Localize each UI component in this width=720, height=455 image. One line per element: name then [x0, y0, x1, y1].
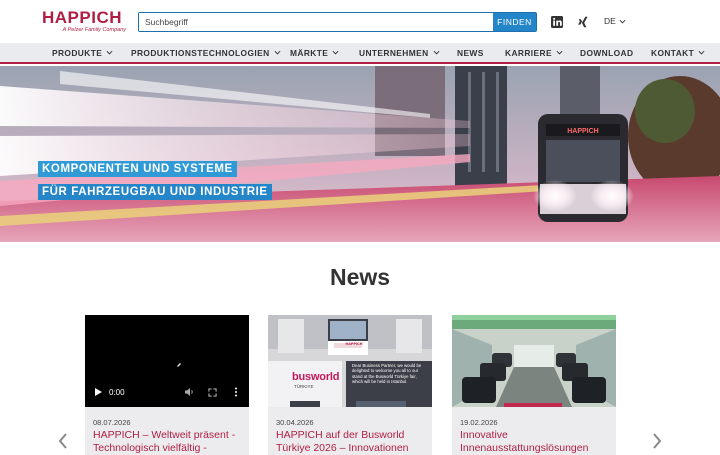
header: HAPPICH A Pelzer Family Company FINDEN D… [0, 0, 720, 43]
video-controls: 0:00 [85, 377, 249, 407]
search-bar: FINDEN [138, 12, 537, 32]
linkedin-icon[interactable] [551, 15, 563, 28]
nav-item-unternehmen[interactable]: UNTERNEHMEN [359, 43, 440, 62]
fullscreen-icon[interactable] [208, 387, 217, 397]
nav-item-produkte[interactable]: PRODUKTE [52, 43, 113, 62]
chevron-down-icon [106, 50, 113, 55]
chevron-down-icon [433, 50, 440, 55]
nav-item-kontakt[interactable]: KONTAKT [651, 43, 705, 62]
news-section-title: News [329, 264, 391, 290]
bus-interior-image [452, 315, 616, 407]
language-label: DE [604, 16, 616, 26]
nav-item-produktionstechnologien[interactable]: PRODUKTIONSTECHNOLOGIEN [131, 43, 281, 62]
hero-image-bus-light-trails: HAPPICH [0, 66, 720, 242]
news-card[interactable]: HAPPICH busworld TÜRKIYE Dear Business P… [268, 315, 432, 455]
nav-item-news[interactable]: NEWS [457, 43, 484, 62]
news-image-busworld: HAPPICH busworld TÜRKIYE Dear Business P… [268, 315, 432, 407]
nav-item-label: UNTERNEHMEN [359, 47, 429, 58]
video-time: 0:00 [109, 387, 125, 397]
volume-icon[interactable] [184, 387, 194, 397]
nav-item-label: KARRIERE [505, 47, 552, 58]
carousel-prev-arrow-icon[interactable] [57, 432, 69, 450]
search-button[interactable]: FINDEN [493, 13, 536, 31]
news-card[interactable]: 0:00 08.07.2026 HAPPICH – Weltweit präse… [85, 315, 249, 455]
busworld-brand: busworld [292, 371, 340, 383]
exhibition-stand-image [268, 315, 432, 407]
hero-headline-line2: FÜR FAHRZEUGBAU UND INDUSTRIE [38, 184, 272, 200]
nav-item-label: MÄRKTE [290, 47, 329, 58]
news-title-link[interactable]: Innovative Innenausstattungslösungen [460, 429, 612, 455]
news-image-bus-interior [452, 315, 616, 407]
xing-icon[interactable] [577, 15, 589, 28]
news-title-link[interactable]: HAPPICH auf der Busworld Türkiye 2026 – … [276, 429, 428, 455]
chevron-down-icon [619, 19, 626, 23]
language-selector[interactable]: DE [604, 16, 626, 26]
nav-item-label: NEWS [457, 47, 484, 58]
play-icon[interactable] [93, 387, 103, 397]
more-options-icon[interactable] [234, 387, 238, 397]
nav-item-karriere[interactable]: KARRIERE [505, 43, 563, 62]
invitation-text: Dear Business Partner, we would be delig… [352, 363, 422, 385]
nav-item-label: PRODUKTE [52, 47, 103, 58]
main-navigation: PRODUKTE PRODUKTIONSTECHNOLOGIEN MÄRKTE … [0, 43, 720, 64]
news-date: 19.02.2026 [460, 418, 498, 427]
chevron-down-icon [274, 50, 281, 55]
news-date: 08.07.2026 [93, 418, 131, 427]
search-input[interactable] [139, 13, 493, 31]
news-title-link[interactable]: HAPPICH – Weltweit präsent - Technologis… [93, 429, 245, 455]
logo-tagline: A Pelzer Family Company [62, 27, 126, 33]
hero-banner: HAPPICH KOMPONENTEN UND SYSTEME FÜR FAHR… [0, 66, 720, 242]
happich-logo[interactable]: HAPPICH A Pelzer Family Company [42, 8, 130, 33]
logo-wordmark: HAPPICH [42, 8, 123, 27]
news-card[interactable]: 19.02.2026 Innovative Innenausstattungsl… [452, 315, 616, 455]
busworld-sub: TÜRKIYE [294, 384, 314, 389]
stand-logo: HAPPICH [345, 342, 363, 346]
chevron-down-icon [698, 50, 705, 55]
hero-headline-line1: KOMPONENTEN UND SYSTEME [38, 161, 237, 177]
chevron-down-icon [556, 50, 563, 55]
carousel-next-arrow-icon[interactable] [651, 432, 663, 450]
bus-destination-sign: HAPPICH [567, 128, 599, 135]
video-player[interactable]: 0:00 [85, 315, 249, 407]
nav-item-label: DOWNLOAD [580, 47, 634, 58]
nav-item-label: KONTAKT [651, 47, 695, 58]
news-date: 30.04.2026 [276, 418, 314, 427]
nav-item-maerkte[interactable]: MÄRKTE [290, 43, 339, 62]
nav-item-label: PRODUKTIONSTECHNOLOGIEN [131, 47, 270, 58]
nav-item-download[interactable]: DOWNLOAD [580, 43, 633, 62]
chevron-down-icon [332, 50, 339, 55]
